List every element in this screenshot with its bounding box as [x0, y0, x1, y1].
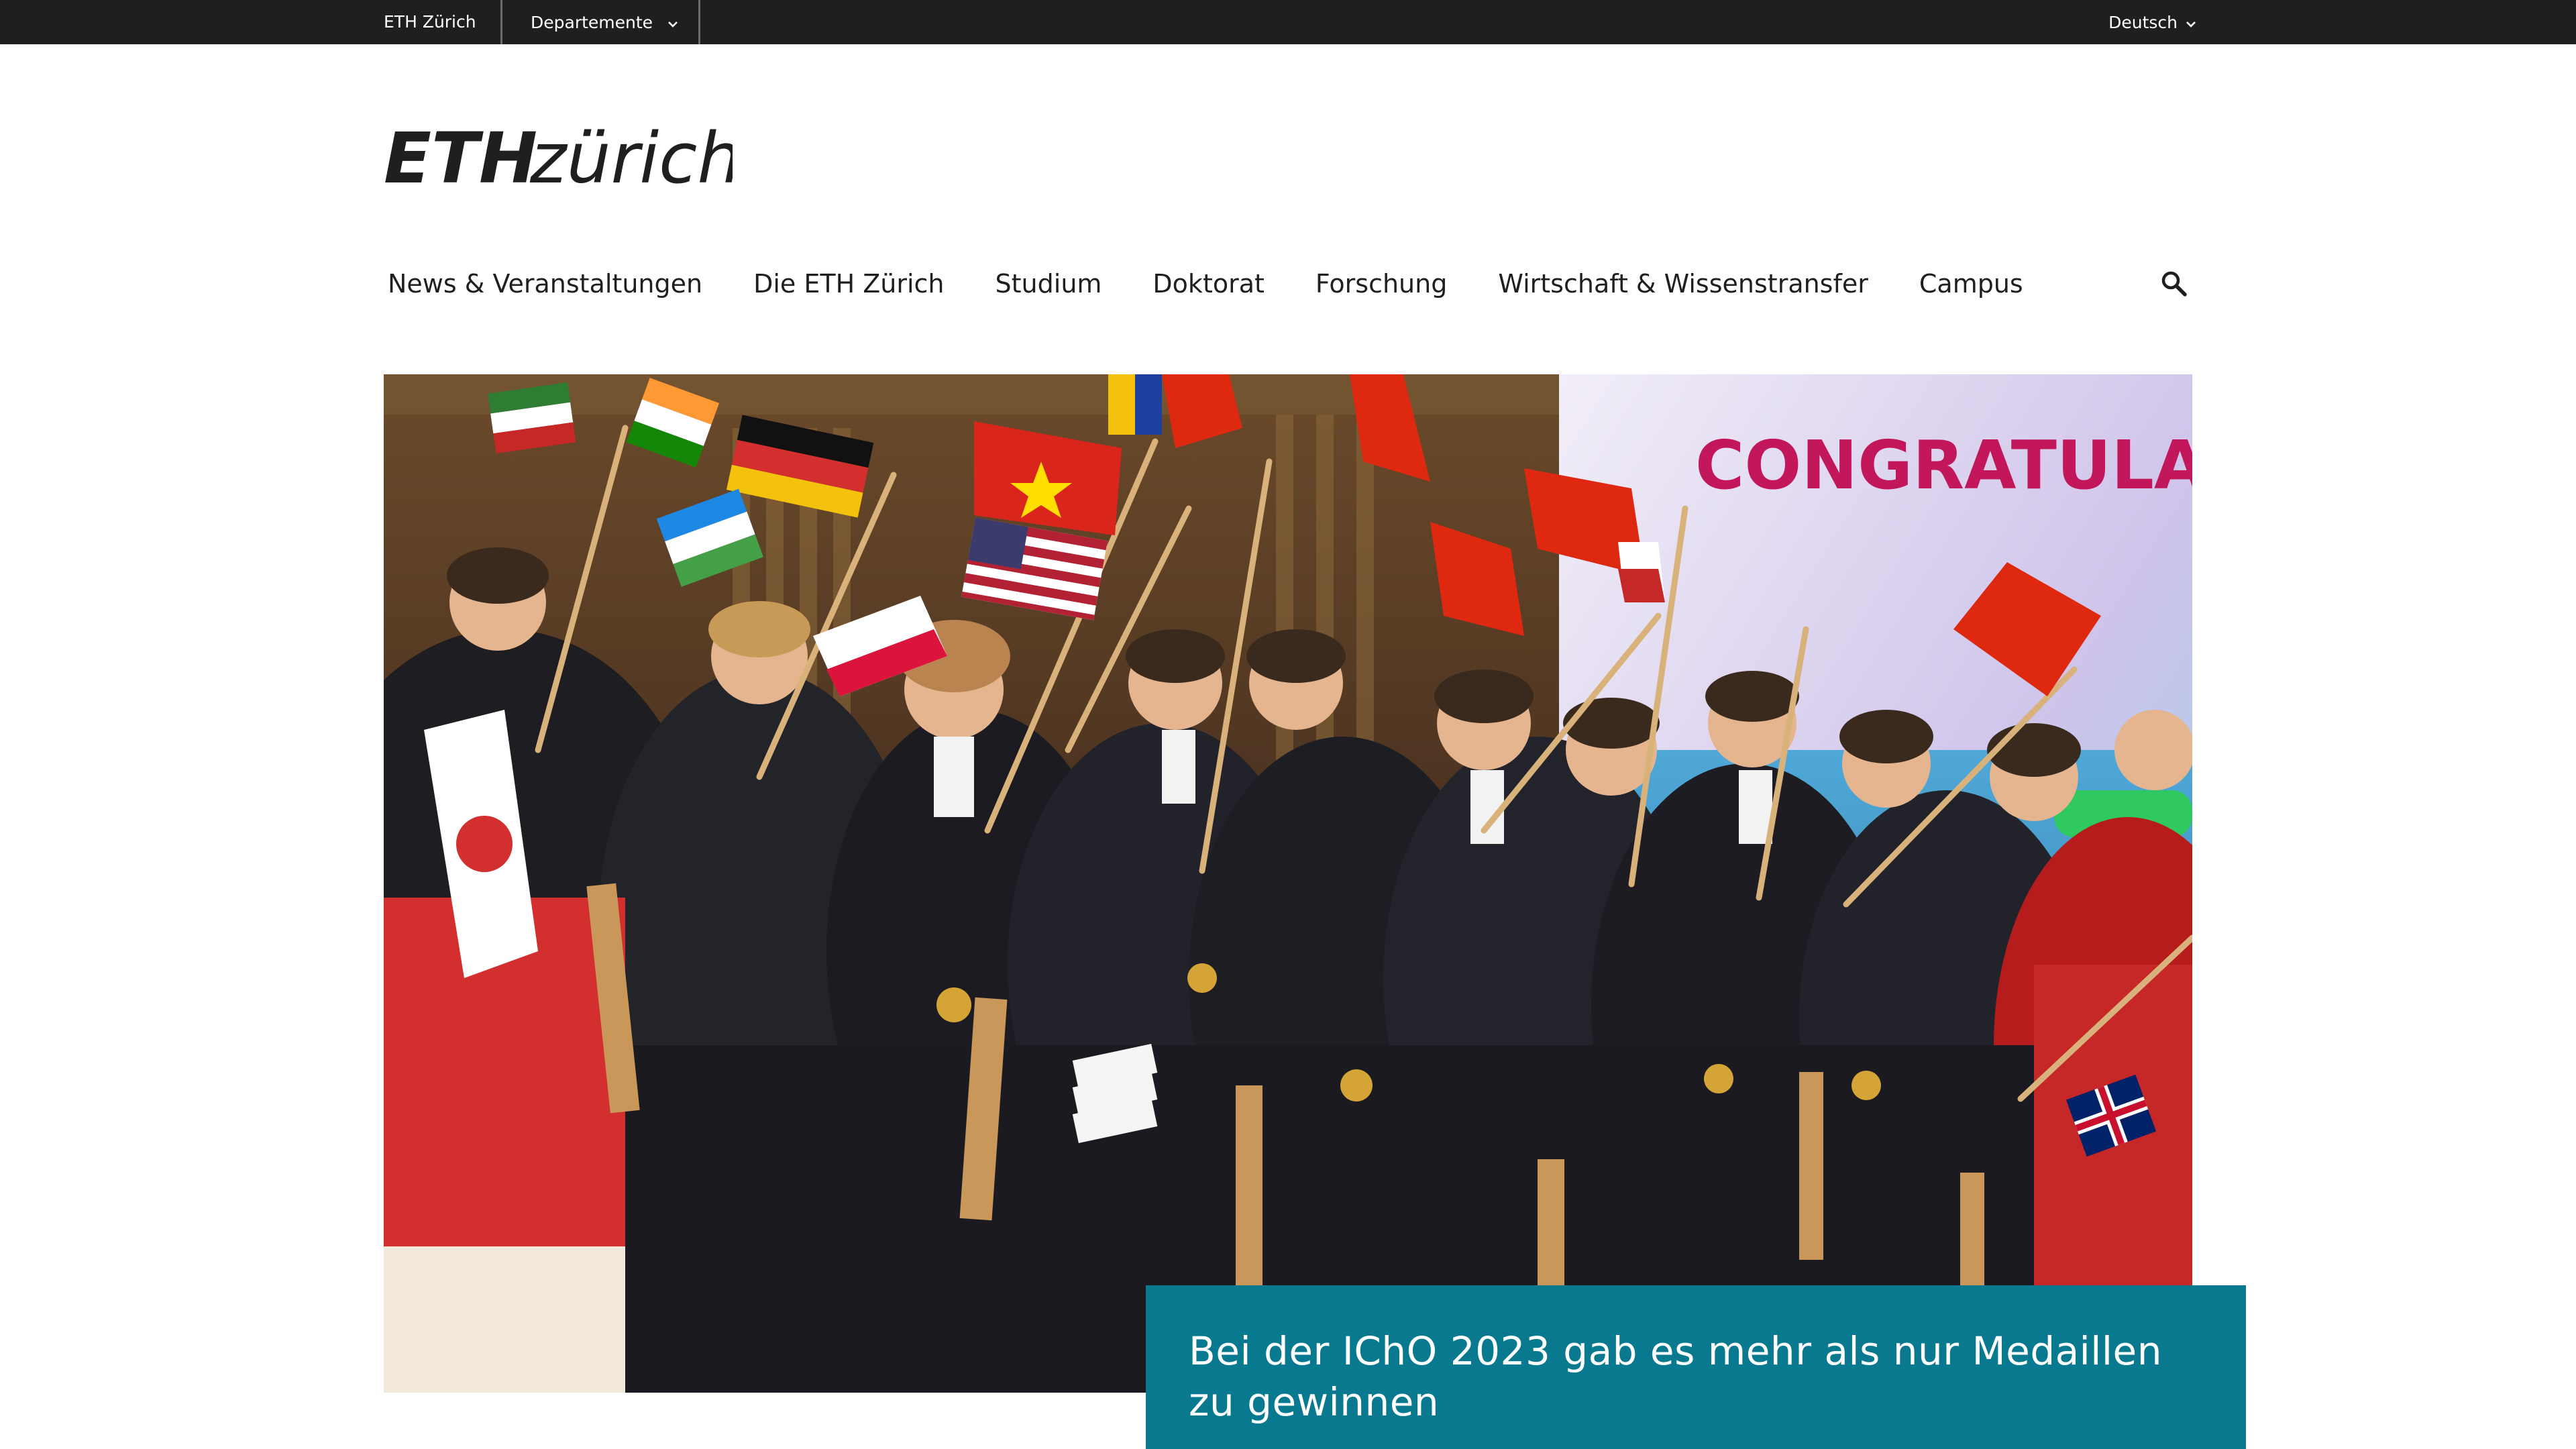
eth-home-link[interactable]: ETH Zürich: [384, 0, 476, 44]
search-button[interactable]: [2157, 268, 2191, 302]
logo-zurich-text: zürich: [529, 121, 733, 195]
nav-item-eth[interactable]: Die ETH Zürich: [749, 269, 948, 299]
main-navigation: News & Veranstaltungen Die ETH Zürich St…: [384, 262, 2070, 306]
nav-item-forschung[interactable]: Forschung: [1311, 269, 1451, 299]
news-teaser-box[interactable]: Bei der IChO 2023 gab es mehr als nur Me…: [1146, 1285, 2246, 1449]
language-selector[interactable]: Deutsch: [2108, 0, 2198, 44]
hero-photo: CONGRATULATIO: [384, 374, 2192, 1393]
screen-congratulations-text: CONGRATULATIO: [1695, 426, 2192, 504]
nav-item-campus[interactable]: Campus: [1915, 269, 2027, 299]
departments-label: Departemente: [531, 12, 653, 32]
hero-image[interactable]: CONGRATULATIO: [384, 374, 2192, 1393]
top-utility-bar: ETH Zürich Departemente Deutsch: [0, 0, 2576, 44]
news-teaser-title[interactable]: Bei der IChO 2023 gab es mehr als nur Me…: [1189, 1326, 2203, 1428]
search-icon: [2159, 269, 2189, 301]
nav-item-wirtschaft[interactable]: Wirtschaft & Wissenstransfer: [1494, 269, 1872, 299]
chevron-down-icon: [666, 15, 680, 29]
nav-item-news[interactable]: News & Veranstaltungen: [384, 269, 706, 299]
logo-eth-text: ETH: [384, 121, 537, 195]
nav-item-doktorat[interactable]: Doktorat: [1148, 269, 1268, 299]
chevron-down-icon: [2184, 15, 2198, 29]
language-label: Deutsch: [2108, 12, 2178, 32]
eth-zurich-logo[interactable]: ETH zürich: [384, 117, 741, 199]
departments-dropdown[interactable]: Departemente: [500, 0, 700, 44]
nav-item-studium[interactable]: Studium: [991, 269, 1106, 299]
